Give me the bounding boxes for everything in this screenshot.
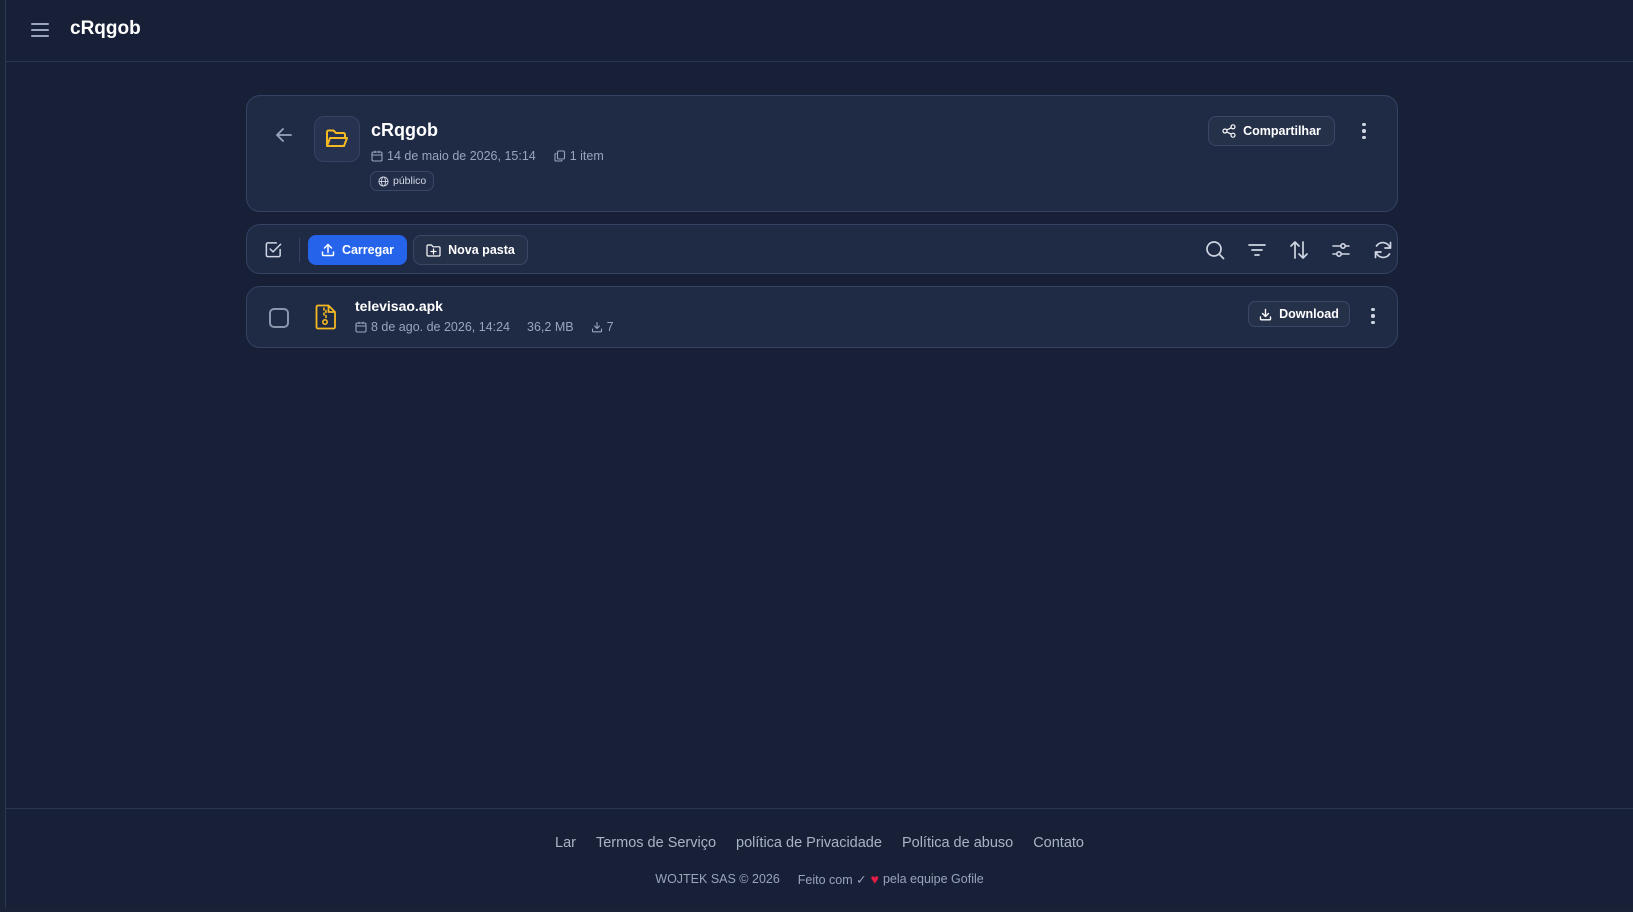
select-all-checkbox-icon[interactable] <box>264 240 283 259</box>
folder-title: cRqgob <box>371 120 438 140</box>
folder-icon-box <box>314 116 360 162</box>
file-name[interactable]: televisao.apk <box>355 298 443 314</box>
download-label: Download <box>1279 307 1339 321</box>
file-archive-icon <box>315 304 336 330</box>
footer-link-contact[interactable]: Contato <box>1033 835 1084 851</box>
app-title: cRqgob <box>70 18 141 39</box>
visibility-label: público <box>393 175 427 187</box>
upload-button[interactable]: Carregar <box>308 235 407 265</box>
footer: Lar Termos de Serviço política de Privac… <box>6 808 1633 908</box>
toolbar-divider <box>299 238 300 262</box>
upload-label: Carregar <box>341 243 395 257</box>
menu-icon[interactable] <box>31 22 49 38</box>
file-size: 36,2 MB <box>527 320 574 334</box>
file-row[interactable]: televisao.apk 8 de ago. de 2026, 14:24 3… <box>246 286 1398 348</box>
calendar-icon <box>355 321 367 333</box>
heart-icon: ♥ <box>870 871 879 887</box>
visibility-badge: público <box>370 171 435 191</box>
calendar-icon <box>371 150 383 162</box>
new-folder-button[interactable]: Nova pasta <box>413 235 528 265</box>
download-count-icon <box>591 321 602 333</box>
settings-sliders-icon[interactable] <box>1330 239 1352 261</box>
footer-link-terms[interactable]: Termos de Serviço <box>596 835 716 851</box>
app-window: cRqgob cRqgob 14 de maio de 2026, 15:14 <box>5 0 1633 908</box>
copy-icon <box>554 150 565 162</box>
file-checkbox[interactable] <box>269 308 289 328</box>
folder-item-count: 1 item <box>569 149 604 163</box>
file-more-options-icon[interactable] <box>1363 304 1383 328</box>
new-folder-label: Nova pasta <box>448 243 515 257</box>
refresh-icon[interactable] <box>1372 239 1394 261</box>
globe-icon <box>378 175 389 187</box>
filter-icon[interactable] <box>1246 239 1268 261</box>
search-icon[interactable] <box>1204 239 1226 261</box>
top-bar: cRqgob <box>6 0 1633 62</box>
sort-icon[interactable] <box>1288 239 1310 261</box>
footer-links: Lar Termos de Serviço política de Privac… <box>6 835 1633 851</box>
share-button[interactable]: Compartilhar <box>1208 116 1335 146</box>
upload-icon <box>321 243 335 257</box>
folder-header-card: cRqgob 14 de maio de 2026, 15:14 1 item … <box>246 95 1398 212</box>
folder-date: 14 de maio de 2026, 15:14 <box>387 149 536 163</box>
download-icon <box>1259 308 1272 320</box>
folder-plus-icon <box>426 243 441 257</box>
folder-meta: 14 de maio de 2026, 15:14 1 item <box>371 149 604 163</box>
share-label: Compartilhar <box>1243 124 1321 138</box>
copyright-text: WOJTEK SAS © 2026 <box>655 872 780 886</box>
file-date: 8 de ago. de 2026, 14:24 <box>371 320 511 334</box>
footer-link-home[interactable]: Lar <box>555 835 576 851</box>
footer-link-abuse[interactable]: Política de abuso <box>902 835 1013 851</box>
share-icon <box>1222 124 1236 138</box>
made-with-prefix: Feito com ✓ <box>797 872 867 887</box>
footer-link-privacy[interactable]: política de Privacidade <box>736 835 882 851</box>
folder-open-icon <box>326 129 348 147</box>
toolbar: Carregar Nova pasta <box>246 224 1398 274</box>
download-button[interactable]: Download <box>1248 301 1350 327</box>
file-download-count: 7 <box>606 320 614 334</box>
file-meta: 8 de ago. de 2026, 14:24 36,2 MB 7 <box>355 320 614 334</box>
back-arrow-icon[interactable] <box>273 124 295 146</box>
folder-more-options-icon[interactable] <box>1354 119 1374 143</box>
made-with-suffix: pela equipe Gofile <box>882 872 984 886</box>
footer-copyright: WOJTEK SAS © 2026 Feito com ✓ ♥ pela equ… <box>6 871 1633 887</box>
